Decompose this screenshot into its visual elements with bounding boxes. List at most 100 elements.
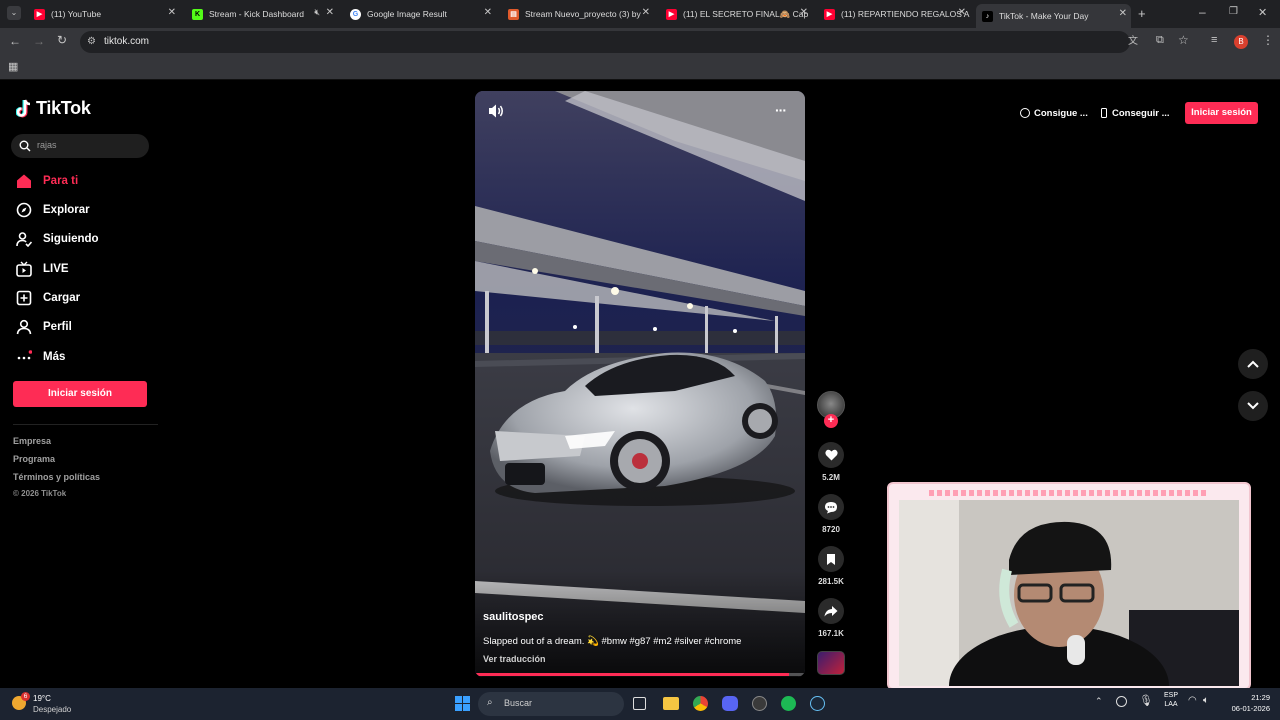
tab-google-image[interactable]: G Google Image Result ✕ xyxy=(344,3,496,25)
footer-link-terms[interactable]: Términos y políticas xyxy=(13,472,100,482)
tray-icon[interactable] xyxy=(1116,696,1127,707)
tab-youtube-regalos[interactable]: ▶ (11) REPARTIENDO REGALOS A ✕ xyxy=(818,3,970,25)
maximize-icon[interactable]: ❐ xyxy=(1229,6,1238,17)
nav-for-you[interactable]: Para ti xyxy=(16,173,78,189)
taskbar-search[interactable]: ⌕ Buscar xyxy=(478,692,624,716)
tab-youtube[interactable]: ▶ (11) YouTube ✕ xyxy=(28,3,180,25)
url-field[interactable]: ⚙ tiktok.com 文 xyxy=(80,31,1138,53)
back-icon[interactable]: ← xyxy=(9,34,21,48)
music-disc-icon[interactable] xyxy=(817,651,845,675)
nav-upload[interactable]: Cargar xyxy=(16,290,80,306)
next-video-button[interactable] xyxy=(1238,391,1268,421)
stream-icon: ▤ xyxy=(508,8,519,20)
tab-youtube-secreto[interactable]: ▶ (11) EL SECRETO FINAL🙈 Cap ✕ xyxy=(660,3,812,25)
video-caption: Slapped out of a dream. 💫 #bmw #g87 #m2 … xyxy=(483,636,742,647)
nav-following[interactable]: Siguiendo xyxy=(16,231,99,247)
close-icon[interactable]: ✕ xyxy=(642,7,650,18)
spotify-icon[interactable] xyxy=(781,696,796,711)
clock-date: 06-01-2026 xyxy=(1231,704,1270,713)
file-explorer-icon[interactable] xyxy=(663,697,679,710)
nav-explore[interactable]: Explorar xyxy=(16,202,90,218)
get-app-label: Conseguir ... xyxy=(1112,107,1170,119)
weather-widget[interactable]: 6 19°C Despejado xyxy=(12,692,92,716)
sidebar-divider xyxy=(13,424,158,425)
video-progress-bar[interactable] xyxy=(475,673,805,676)
search-input[interactable]: rajas xyxy=(37,140,57,150)
tab-list-icon[interactable]: ⌄ xyxy=(7,6,21,20)
forward-icon[interactable]: → xyxy=(33,34,45,48)
tab-tiktok[interactable]: ♪ TikTok - Make Your Day ✕ xyxy=(976,4,1131,28)
footer-link-program[interactable]: Programa xyxy=(13,454,55,464)
share-button[interactable]: 167.1K xyxy=(817,598,845,638)
new-tab-icon[interactable]: + xyxy=(1138,6,1146,21)
tray-chevron-icon[interactable]: ⌃ xyxy=(1095,696,1103,707)
start-button[interactable] xyxy=(455,696,470,711)
reload-icon[interactable]: ↻ xyxy=(57,33,67,47)
video-player[interactable]: ··· saulitospec Slapped out of a dream. … xyxy=(475,91,805,677)
nav-profile[interactable]: Perfil xyxy=(16,319,72,335)
video-username[interactable]: saulitospec xyxy=(483,611,544,623)
webcam-frame-top xyxy=(929,490,1209,496)
profile-avatar[interactable]: B xyxy=(1234,35,1248,49)
tiktok-logo[interactable]: TikTok xyxy=(16,98,91,119)
search-box[interactable]: rajas xyxy=(11,134,149,158)
menu-icon[interactable]: ⋮ xyxy=(1262,33,1274,47)
nav-label: Para ti xyxy=(43,175,79,187)
apps-grid-icon[interactable]: ▦ xyxy=(8,60,18,73)
address-bar-row: ← → ↻ ⚙ tiktok.com 文 ⧉ ☆ ≡ B ⋮ xyxy=(0,28,1280,56)
weather-temp: 19°C xyxy=(33,694,51,703)
header-login-button[interactable]: Iniciar sesión xyxy=(1185,102,1258,124)
close-icon[interactable]: ✕ xyxy=(484,7,492,18)
follow-plus-icon[interactable]: + xyxy=(824,414,838,428)
steam-icon[interactable] xyxy=(810,696,825,711)
window-close-icon[interactable]: ✕ xyxy=(1258,6,1267,19)
lang-layout: LAA xyxy=(1164,701,1178,708)
nav-live[interactable]: LIVE xyxy=(16,261,69,277)
like-button[interactable]: 5.2M xyxy=(817,442,845,482)
taskbar-search-placeholder: Buscar xyxy=(504,698,533,708)
volume-icon[interactable] xyxy=(487,103,507,123)
nav-label: Siguiendo xyxy=(43,233,99,245)
bookmark-star-icon[interactable]: ☆ xyxy=(1178,33,1189,47)
app-icon[interactable] xyxy=(752,696,767,711)
sidebar-login-button[interactable]: Iniciar sesión xyxy=(13,381,147,407)
live-icon xyxy=(16,261,32,277)
task-view-icon[interactable] xyxy=(633,697,646,710)
language-indicator[interactable]: ESP LAA xyxy=(1160,692,1182,708)
close-icon[interactable]: ✕ xyxy=(326,7,334,18)
save-button[interactable]: 281.5K xyxy=(817,546,845,586)
nav-more[interactable]: Más xyxy=(16,349,65,365)
close-icon[interactable]: ✕ xyxy=(800,7,808,18)
clock[interactable]: 21:29 06-01-2026 xyxy=(1218,693,1270,713)
microphone-icon[interactable]: 🎙︎ xyxy=(1139,694,1153,707)
reading-list-icon[interactable]: ≡ xyxy=(1211,34,1217,46)
get-app-button[interactable]: Conseguir ... xyxy=(1094,102,1177,124)
translate-icon[interactable]: 文 xyxy=(1128,31,1138,53)
close-icon[interactable]: ✕ xyxy=(1119,8,1127,19)
weather-desc: Despejado xyxy=(33,705,72,714)
comment-button[interactable]: 8720 xyxy=(817,494,845,534)
volume-tray-icon[interactable]: 🔈︎ xyxy=(1203,695,1209,706)
install-icon[interactable]: ⧉ xyxy=(1156,34,1164,47)
translate-link[interactable]: Ver traducción xyxy=(483,654,546,664)
get-coins-button[interactable]: Consigue ... xyxy=(1013,102,1095,124)
tab-kick[interactable]: K Stream - Kick Dashboard 🔇︎ ✕ xyxy=(186,3,338,25)
wifi-icon[interactable]: ◠ xyxy=(1188,695,1197,706)
more-options-icon[interactable]: ··· xyxy=(775,102,787,118)
tab-stream-project[interactable]: ▤ Stream Nuevo_proyecto (3) by ✕ xyxy=(502,3,654,25)
nav-label: Explorar xyxy=(43,204,90,216)
chevron-down-icon xyxy=(1247,402,1259,410)
discord-icon[interactable] xyxy=(722,696,738,711)
footer-link-company[interactable]: Empresa xyxy=(13,436,51,446)
mute-icon[interactable]: 🔇︎ xyxy=(314,7,320,18)
url-text: tiktok.com xyxy=(104,36,150,47)
chrome-icon[interactable] xyxy=(693,696,708,711)
close-icon[interactable]: ✕ xyxy=(958,7,966,18)
site-info-icon[interactable]: ⚙ xyxy=(87,31,96,53)
previous-video-button[interactable] xyxy=(1238,349,1268,379)
browser-tab-bar: ⌄ ▶ (11) YouTube ✕ K Stream - Kick Dashb… xyxy=(0,0,1280,28)
compass-icon xyxy=(16,202,32,218)
minimize-icon[interactable]: – xyxy=(1199,5,1206,19)
youtube-icon: ▶ xyxy=(824,8,835,20)
close-icon[interactable]: ✕ xyxy=(168,7,176,18)
